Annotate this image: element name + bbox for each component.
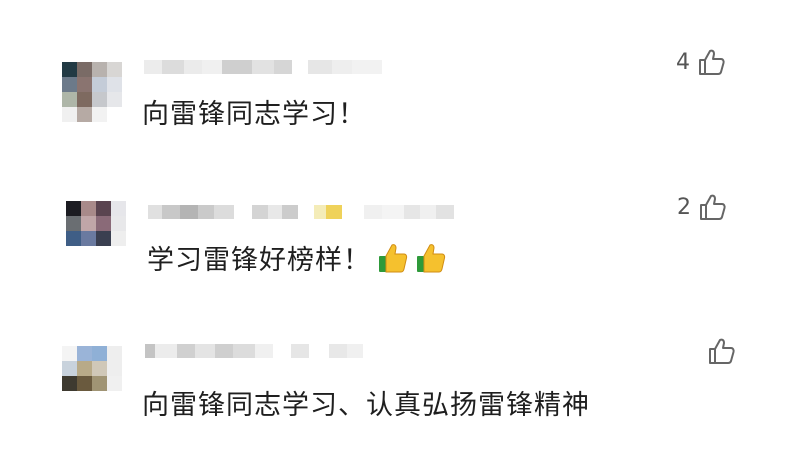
avatar-pixel bbox=[96, 201, 111, 216]
avatar-pixel bbox=[96, 246, 111, 261]
username-blurred[interactable] bbox=[145, 342, 363, 360]
avatar-pixel bbox=[107, 361, 122, 376]
avatar-pixel bbox=[111, 246, 126, 261]
avatar-pixel bbox=[81, 201, 96, 216]
avatar-pixel bbox=[96, 231, 111, 246]
avatar-pixel bbox=[111, 201, 126, 216]
username-blurred[interactable] bbox=[148, 203, 454, 221]
avatar-pixel bbox=[62, 391, 77, 406]
like-button[interactable]: 2 bbox=[677, 192, 727, 222]
avatar[interactable] bbox=[62, 346, 122, 406]
avatar-pixel bbox=[107, 391, 122, 406]
avatar-pixel bbox=[66, 216, 81, 231]
avatar-pixel bbox=[62, 361, 77, 376]
avatar-pixel bbox=[92, 346, 107, 361]
avatar-pixel bbox=[77, 391, 92, 406]
like-button[interactable] bbox=[700, 336, 736, 366]
avatar-pixel bbox=[77, 376, 92, 391]
avatar-pixel bbox=[81, 216, 96, 231]
thumbs-up-emoji bbox=[415, 242, 447, 281]
avatar-pixel bbox=[81, 246, 96, 261]
avatar-pixel bbox=[77, 361, 92, 376]
thumbs-up-icon bbox=[706, 336, 736, 366]
avatar-pixel bbox=[77, 346, 92, 361]
avatar[interactable] bbox=[66, 201, 126, 261]
comment-text: 学习雷锋好榜样！ bbox=[147, 238, 447, 281]
avatar-pixel bbox=[81, 231, 96, 246]
avatar-pixel bbox=[107, 376, 122, 391]
avatar-pixel bbox=[66, 231, 81, 246]
like-count: 2 bbox=[677, 194, 691, 220]
avatar-pixel bbox=[66, 201, 81, 216]
avatar-pixel bbox=[66, 246, 81, 261]
avatar-pixel bbox=[62, 346, 77, 361]
comment-item-3: 向雷锋同志学习、认真弘扬雷锋精神 bbox=[0, 0, 796, 421]
avatar-pixel bbox=[111, 231, 126, 246]
avatar-pixel bbox=[92, 376, 107, 391]
comment-text-content: 学习雷锋好榜样！ bbox=[147, 245, 371, 276]
thumbs-up-icon bbox=[697, 192, 727, 222]
avatar-pixel bbox=[96, 216, 111, 231]
avatar-pixel bbox=[92, 391, 107, 406]
thumbs-up-emoji bbox=[377, 242, 409, 281]
comment-text: 向雷锋同志学习、认真弘扬雷锋精神 bbox=[142, 390, 590, 421]
avatar-pixel bbox=[107, 346, 122, 361]
avatar-pixel bbox=[62, 376, 77, 391]
avatar-pixel bbox=[111, 216, 126, 231]
avatar-pixel bbox=[92, 361, 107, 376]
